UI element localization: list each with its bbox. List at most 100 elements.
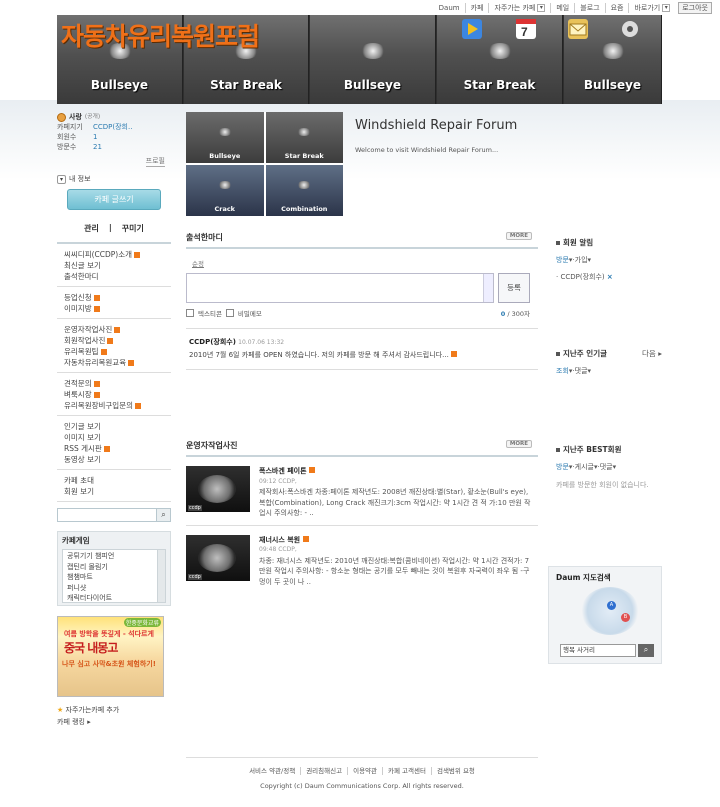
photo-title[interactable]: 폭스바겐 페이톤	[259, 466, 531, 477]
chevron-down-icon[interactable]: ▾	[662, 4, 671, 12]
list-item[interactable]: 캐릭터다이어트	[67, 593, 161, 602]
sidebar-menu-item[interactable]: 출석한마디	[57, 271, 171, 282]
list-item[interactable]: ccdp 재너시스 복원 09:48 CCDP, 차종: 재너시스 제작년도: …	[186, 526, 538, 594]
search-icon[interactable]: ⌕	[156, 509, 170, 521]
sidebar-menu-item[interactable]: 씨씨디피(CCDP)소개	[57, 249, 171, 260]
footer-link[interactable]: 검색범위 요청	[430, 767, 480, 775]
tab-visit[interactable]: 방문	[556, 256, 569, 264]
member-notice-tabs: 방문▾·가입▾	[556, 256, 592, 264]
list-item[interactable]: 캡틴리 몰림기	[67, 562, 161, 573]
sidebar-menu-item[interactable]: 자동차유리복원교육	[57, 357, 171, 368]
my-info-toggle[interactable]: ▾ 내 정보	[57, 174, 171, 184]
close-icon[interactable]: ×	[607, 273, 613, 281]
ad-banner[interactable]: 한중문화교류 여름 방학을 뜻깊게 - 석다르게 중국 내몽고 나무 심고 사막…	[57, 616, 164, 697]
list-item[interactable]: 챔챔마트	[67, 572, 161, 583]
list-item[interactable]: 퍼니샷	[67, 583, 161, 594]
cafe-title: 자동차유리복원포럼	[61, 22, 260, 51]
photo-thumbnail[interactable]: ccdp	[186, 466, 250, 512]
topbar-yozm-link[interactable]: 요즘	[604, 3, 629, 13]
map-search-input[interactable]: 행복 사거리	[560, 644, 636, 657]
manage-link[interactable]: 관리	[84, 223, 99, 234]
photo-title[interactable]: 재너시스 복원	[259, 535, 531, 546]
sidebar-menu-item[interactable]: 이미지방	[57, 303, 171, 314]
right-sidebar: 회원 알림 방문▾·가입▾ · CCDP(장희수) × 지난주 인기글 다음 ▸ …	[556, 237, 662, 491]
list-item[interactable]: 공튀기기 챔피언	[67, 551, 161, 562]
topbar-shortcuts[interactable]: 바로가기 ▾	[628, 3, 675, 13]
comment-author[interactable]: CCDP(장희수)	[189, 338, 236, 346]
textarea-scrollbar[interactable]	[483, 274, 493, 302]
mail-icon[interactable]	[568, 19, 588, 39]
sidebar-menu-item[interactable]: 최신글 보기	[57, 260, 171, 271]
profile-link[interactable]: 프로필	[145, 156, 165, 167]
tab-views[interactable]: 조회	[556, 367, 569, 375]
games-list[interactable]: 공튀기기 챔피언 캡틴리 몰림기 챔챔마트 퍼니샷 캐릭터다이어트	[62, 549, 166, 603]
sidebar-menu-item[interactable]: 유리복원장비구입문의	[57, 400, 171, 411]
left-sidebar: 사랑 (공개) 카페지기 CCDP(장희.. 회원수 1 방문수 21 프로필 ▾ 내 정…	[57, 112, 171, 728]
sidebar-menu-item[interactable]: 운영자작업사진	[57, 324, 171, 335]
sidebar-menu-item[interactable]: 회원작업사진	[57, 335, 171, 346]
cafe-search-input[interactable]	[58, 509, 156, 521]
register-button[interactable]: 등록	[498, 273, 530, 303]
cafe-games-box: 카페게임 공튀기기 챔피언 캡틴리 몰림기 챔챔마트 퍼니샷 캐릭터다이어트	[57, 531, 171, 606]
calendar-icon[interactable]: 7	[516, 19, 536, 39]
sort-link[interactable]: 순정	[192, 258, 538, 268]
cafe-menu: 씨씨디피(CCDP)소개 최신글 보기 출석한마디 등업신청 이미지방 운영자작업사진 회원…	[57, 244, 171, 502]
intro-section: Bullseye Star Break Crack Combination Wi…	[186, 112, 538, 216]
games-scrollbar[interactable]	[157, 550, 165, 602]
char-counter: 0 / 300자	[500, 310, 530, 318]
topbar-favorite-cafes[interactable]: 자주가는 카페 ▾	[488, 3, 550, 13]
manager-link[interactable]: CCDP(장희..	[93, 122, 132, 132]
footer-link[interactable]: 서비스 약관/정책	[244, 767, 300, 775]
cafe-ranking-link[interactable]: 카페 랭킹 ▸	[57, 716, 171, 728]
profile-box: 사랑 (공개) 카페지기 CCDP(장희.. 회원수 1 방문수 21 프로필	[57, 112, 171, 170]
sidebar-menu-item[interactable]: 동영상 보기	[57, 454, 171, 465]
play-icon[interactable]	[462, 19, 482, 39]
member-notice-box: 회원 알림 방문▾·가입▾ · CCDP(장희수) ×	[556, 237, 662, 282]
footer-link[interactable]: 카페 고객센터	[382, 767, 431, 775]
topbar-daum-link[interactable]: Daum	[434, 3, 465, 13]
new-icon	[451, 351, 458, 357]
member-notice-item: · CCDP(장희수) ×	[556, 273, 613, 281]
footer-link[interactable]: 이용약관	[347, 767, 383, 775]
write-post-button[interactable]: 카페 글쓰기	[67, 189, 161, 210]
new-icon	[100, 349, 107, 355]
more-button[interactable]: MORE	[505, 232, 532, 240]
sidebar-menu-item[interactable]: 회원 보기	[57, 486, 171, 497]
popular-title: 지난주 인기글 다음 ▸	[556, 348, 662, 359]
tab-comments[interactable]: 댓글	[600, 463, 613, 471]
footer-link[interactable]: 권리침해신고	[300, 767, 348, 775]
secret-memo-checkbox[interactable]	[225, 309, 234, 317]
add-favorite-link[interactable]: ★ 자주가는카페 추가	[57, 704, 171, 716]
comment-textarea[interactable]	[186, 273, 494, 303]
chevron-down-icon[interactable]: ▾	[537, 4, 546, 12]
tab-posts[interactable]: 게시글	[575, 463, 594, 471]
tab-join[interactable]: 가입	[575, 256, 588, 264]
texticon-checkbox[interactable]	[186, 309, 194, 317]
sidebar-menu-item[interactable]: 인기글 보기	[57, 421, 171, 432]
photo-thumbnail[interactable]: ccdp	[186, 534, 250, 581]
topbar-mail-link[interactable]: 메일	[550, 3, 574, 13]
sidebar-menu-item[interactable]: 벼룩시장	[57, 389, 171, 400]
topbar-cafe-link[interactable]: 카페	[464, 3, 489, 13]
disc-icon[interactable]	[620, 19, 640, 39]
sidebar-menu-item[interactable]: 등업신청	[57, 292, 171, 303]
sidebar-menu-item[interactable]: 유리복원팁	[57, 346, 171, 357]
tab-comments[interactable]: 댓글	[575, 367, 588, 375]
logout-button[interactable]: 로그아웃	[678, 2, 712, 14]
sidebar-menu-item[interactable]: 카페 초대	[57, 475, 171, 486]
star-icon: ★	[57, 706, 64, 714]
map-thumbnail[interactable]: A B	[581, 587, 639, 635]
sidebar-menu-item[interactable]: RSS 게시판	[57, 443, 171, 454]
best-members-tabs: 방문▾·게시글▾·댓글▾	[556, 463, 617, 471]
new-icon	[93, 381, 100, 387]
tab-visit[interactable]: 방문	[556, 463, 569, 471]
next-button[interactable]: 다음 ▸	[642, 348, 662, 359]
list-item[interactable]: ccdp 폭스바겐 페이톤 09:12 CCDP, 제작회사:폭스바겐 차종:페…	[186, 457, 538, 526]
more-button[interactable]: MORE	[505, 440, 532, 448]
search-icon[interactable]: ⌕	[638, 644, 654, 657]
intro-image: Star Break	[265, 112, 343, 163]
sidebar-menu-item[interactable]: 견적문의	[57, 378, 171, 389]
decorate-link[interactable]: 꾸미기	[122, 223, 144, 234]
topbar-blog-link[interactable]: 블로그	[574, 3, 604, 13]
sidebar-menu-item[interactable]: 이미지 보기	[57, 432, 171, 443]
